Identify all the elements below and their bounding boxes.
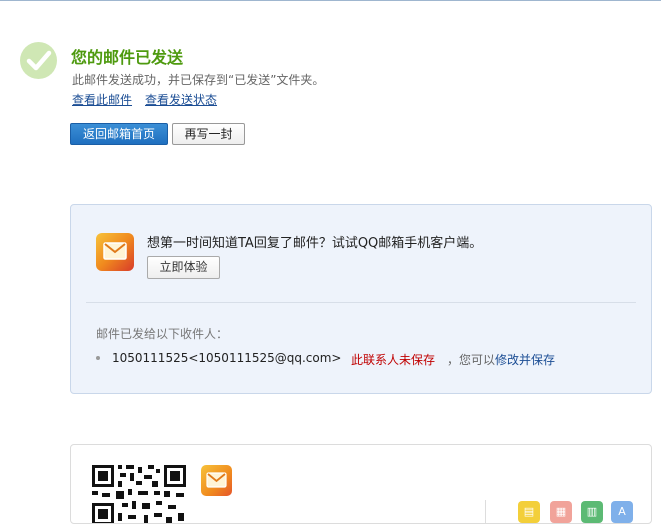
app-download-panel: ▤ ▦ ▥ A bbox=[70, 444, 652, 524]
recipient-address: 1050111525<1050111525@qq.com> bbox=[112, 351, 342, 365]
edit-and-save-link[interactable]: 修改并保存 bbox=[495, 353, 555, 367]
mail-app-icon bbox=[96, 233, 134, 271]
page-title: 您的邮件已发送 bbox=[71, 48, 184, 67]
view-status-link[interactable]: 查看发送状态 bbox=[145, 91, 217, 108]
list-bullet bbox=[96, 356, 100, 360]
recipients-label: 邮件已发给以下收件人： bbox=[96, 327, 229, 341]
top-border bbox=[0, 0, 661, 1]
write-another-button[interactable]: 再写一封 bbox=[172, 123, 245, 145]
try-now-button[interactable]: 立即体验 bbox=[147, 256, 220, 279]
document-app-icon[interactable]: ▥ bbox=[581, 501, 603, 523]
save-hint-prefix: ，您可以 bbox=[447, 353, 496, 367]
panel-divider bbox=[86, 302, 636, 303]
success-message: 此邮件发送成功，并已保存到“已发送”文件夹。 bbox=[72, 73, 325, 87]
success-check-icon bbox=[20, 42, 57, 79]
panel-vertical-divider bbox=[485, 500, 486, 523]
mail-logo-icon bbox=[201, 465, 232, 496]
mobile-client-promo-text: 想第一时间知道TA回复了邮件？试试QQ邮箱手机客户端。 bbox=[147, 236, 483, 251]
note-app-icon[interactable]: ▤ bbox=[518, 501, 540, 523]
save-contact-hint: ，您可以修改并保存 bbox=[447, 351, 555, 368]
calendar-app-icon[interactable]: ▦ bbox=[550, 501, 572, 523]
app-store-icon[interactable]: A bbox=[611, 501, 633, 523]
view-mail-link[interactable]: 查看此邮件 bbox=[72, 91, 132, 108]
info-panel: 想第一时间知道TA回复了邮件？试试QQ邮箱手机客户端。 立即体验 邮件已发给以下… bbox=[70, 204, 652, 394]
back-to-inbox-button[interactable]: 返回邮箱首页 bbox=[70, 123, 168, 145]
qr-code-icon bbox=[92, 465, 186, 523]
contact-not-saved-status: 此联系人未保存 bbox=[351, 353, 436, 367]
